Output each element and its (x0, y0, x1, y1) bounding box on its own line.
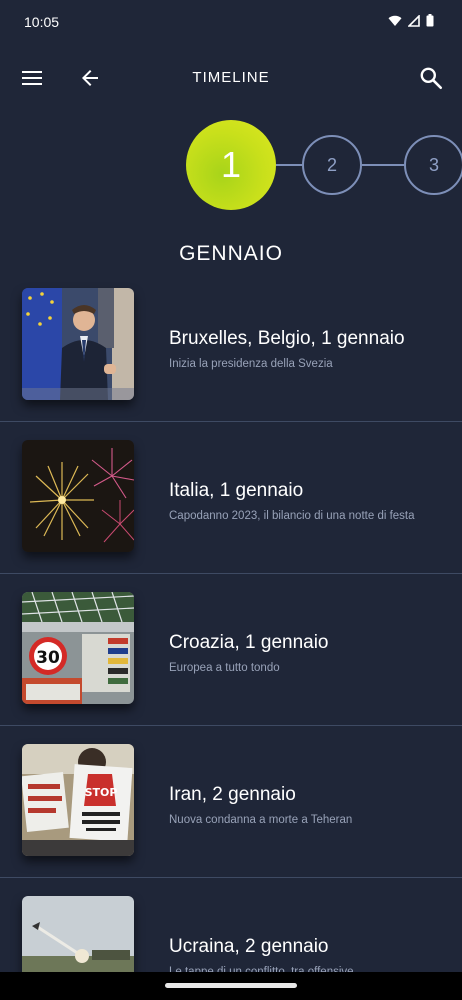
item-title: Bruxelles, Belgio, 1 gennaio (169, 328, 405, 349)
battery-icon (426, 14, 434, 27)
step-3[interactable]: 3 (404, 135, 462, 195)
item-subtitle: Capodanno 2023, il bilancio di una notte… (169, 510, 415, 522)
step-1[interactable]: 1 (186, 120, 276, 210)
list-item[interactable]: Bruxelles, Belgio, 1 gennaio Inizia la p… (0, 270, 462, 422)
stepper-connector (362, 164, 404, 166)
month-stepper: 1 2 3 (0, 118, 462, 214)
item-thumbnail (22, 440, 134, 552)
item-thumbnail: 30 (22, 592, 134, 704)
month-title: GENNAIO (179, 242, 283, 265)
item-thumbnail (22, 288, 134, 400)
item-title: Ucraina, 2 gennaio (169, 936, 329, 957)
item-subtitle: Nuova condanna a morte a Teheran (169, 814, 353, 826)
wifi-icon (388, 15, 402, 26)
protest-sign-text: STOP (85, 786, 118, 799)
status-time: 10:05 (24, 14, 60, 30)
list-item[interactable]: 30 Croazia, 1 gennaio Europea a tutto to… (0, 574, 462, 726)
list-item[interactable]: Italia, 1 gennaio Capodanno 2023, il bil… (0, 422, 462, 574)
app-bar: TIMELINE (0, 46, 462, 110)
item-title: Iran, 2 gennaio (169, 784, 296, 805)
status-icons (388, 14, 434, 27)
system-navigation-bar (0, 972, 462, 1000)
speed-sign-text: 30 (36, 648, 60, 668)
item-thumbnail: STOP (22, 744, 134, 856)
cellular-signal-icon (408, 14, 420, 27)
item-title: Italia, 1 gennaio (169, 480, 304, 501)
stepper-connector (276, 164, 302, 166)
page-title: TIMELINE (192, 69, 270, 86)
news-list: Bruxelles, Belgio, 1 gennaio Inizia la p… (0, 270, 462, 1000)
search-icon (420, 67, 443, 90)
item-subtitle: Europea a tutto tondo (169, 662, 280, 674)
search-button[interactable] (418, 65, 444, 91)
item-title: Croazia, 1 gennaio (169, 632, 329, 653)
step-2[interactable]: 2 (302, 135, 362, 195)
home-gesture-handle[interactable] (165, 983, 297, 988)
status-bar: 10:05 (0, 0, 462, 46)
timeline-screen: 10:05 TIMELINE 1 2 3 GENNAIO Bruxelles, … (0, 0, 462, 1000)
item-subtitle: Inizia la presidenza della Svezia (169, 358, 333, 370)
list-item[interactable]: STOP Iran, 2 gennaio Nuova condanna a mo… (0, 726, 462, 878)
